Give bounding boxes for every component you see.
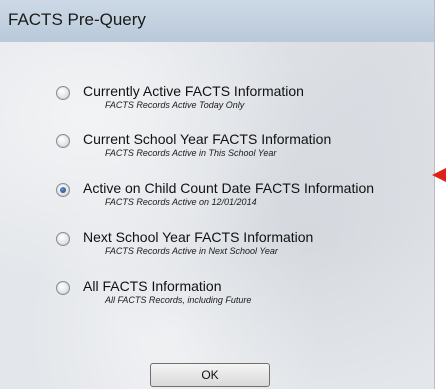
option-sublabel: FACTS Records Active in This School Year (105, 148, 277, 158)
dialog-title: FACTS Pre-Query (8, 10, 146, 29)
option-label: Currently Active FACTS Information (83, 83, 304, 99)
pre-query-dialog: FACTS Pre-Query Currently Active FACTS I… (0, 0, 435, 389)
option-current-school-year[interactable]: Current School Year FACTS Information FA… (56, 131, 426, 167)
option-label: All FACTS Information (83, 278, 222, 294)
title-bar: FACTS Pre-Query (0, 0, 434, 42)
radio-currently-active[interactable] (56, 86, 70, 100)
option-sublabel: FACTS Records Active in Next School Year (105, 246, 278, 256)
radio-child-count-date[interactable] (56, 183, 70, 197)
red-pointer-arrow-icon (432, 168, 446, 182)
radio-next-school-year[interactable] (56, 232, 70, 246)
option-currently-active[interactable]: Currently Active FACTS Information FACTS… (56, 83, 426, 119)
option-sublabel: FACTS Records Active on 12/01/2014 (105, 197, 257, 207)
option-all-facts[interactable]: All FACTS Information All FACTS Records,… (56, 278, 426, 314)
option-sublabel: FACTS Records Active Today Only (105, 100, 245, 110)
option-sublabel: All FACTS Records, including Future (105, 295, 252, 305)
radio-all-facts[interactable] (56, 281, 70, 295)
option-label: Active on Child Count Date FACTS Informa… (83, 180, 375, 196)
option-child-count-date[interactable]: Active on Child Count Date FACTS Informa… (56, 180, 426, 216)
ok-button[interactable]: OK (150, 363, 270, 387)
radio-current-school-year[interactable] (56, 134, 70, 148)
option-label: Next School Year FACTS Information (83, 229, 314, 245)
option-label: Current School Year FACTS Information (83, 131, 332, 147)
option-next-school-year[interactable]: Next School Year FACTS Information FACTS… (56, 229, 426, 265)
